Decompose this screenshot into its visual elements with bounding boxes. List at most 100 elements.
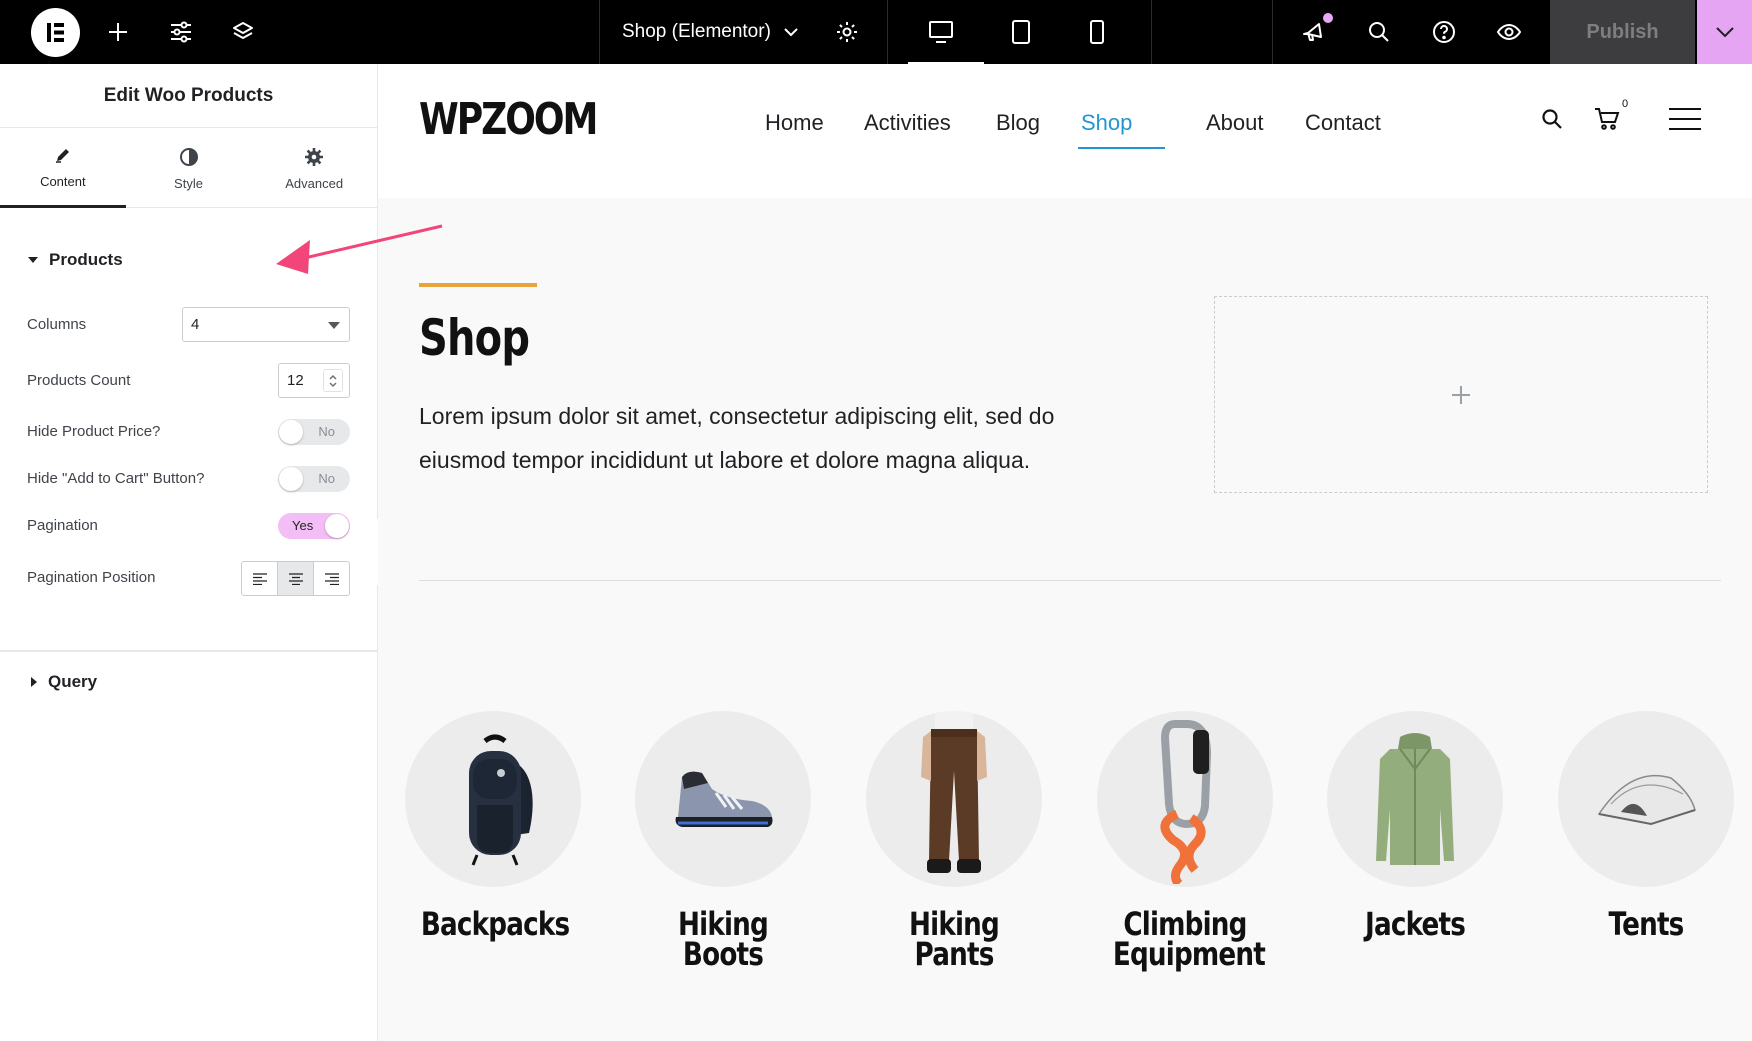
section-divider — [419, 580, 1721, 581]
search-button[interactable] — [1355, 8, 1403, 56]
plus-icon — [1452, 385, 1470, 404]
toggle-knob — [325, 514, 349, 538]
category-item[interactable]: Hiking Pants — [866, 711, 1042, 970]
nav-about[interactable]: About — [1206, 110, 1264, 136]
columns-label: Columns — [27, 316, 87, 333]
page-preview: WPZOOM Home Activities Blog Shop About C… — [378, 64, 1752, 1041]
toggle-knob — [279, 420, 303, 444]
align-right-button[interactable] — [314, 562, 349, 595]
panel-divider — [0, 650, 377, 652]
toggle-state: No — [318, 424, 335, 439]
columns-select[interactable]: 4 — [182, 307, 350, 342]
query-section-toggle[interactable]: Query — [30, 672, 97, 692]
products-count-input[interactable]: 12 — [278, 363, 350, 398]
help-icon — [1433, 21, 1455, 43]
category-name: Jackets — [1365, 905, 1466, 943]
active-nav-underline — [1078, 147, 1165, 149]
panel-title: Edit Woo Products — [0, 64, 377, 128]
tab-style[interactable]: Style — [126, 128, 252, 208]
tab-label: Advanced — [285, 175, 344, 191]
tab-label: Content — [40, 174, 86, 189]
category-name: Backpacks — [420, 905, 570, 943]
caret-down-icon — [328, 322, 340, 329]
category-item[interactable]: Hiking Boots — [635, 711, 811, 973]
tab-advanced[interactable]: Advanced — [251, 128, 377, 208]
site-settings-button[interactable] — [157, 8, 205, 56]
annotation-arrow-icon — [276, 224, 443, 274]
cart-button[interactable] — [1592, 106, 1622, 132]
nav-shop[interactable]: Shop — [1081, 110, 1132, 136]
section-title-products: Products — [49, 250, 123, 269]
hamburger-icon — [1669, 108, 1701, 130]
carabiner-image — [1097, 711, 1273, 887]
shop-description: Lorem ipsum dolor sit amet, consectetur … — [419, 403, 1055, 473]
nav-activities[interactable]: Activities — [864, 110, 951, 136]
desktop-view-button[interactable] — [917, 8, 965, 56]
site-logo[interactable]: WPZOOM — [419, 94, 598, 145]
help-button[interactable] — [1420, 8, 1468, 56]
products-count-value: 12 — [287, 372, 304, 389]
pencil-icon — [54, 144, 72, 166]
toggle-state: No — [318, 471, 335, 486]
nav-blog[interactable]: Blog — [996, 110, 1040, 136]
mobile-view-button[interactable] — [1073, 8, 1121, 56]
publish-options-button[interactable] — [1697, 0, 1752, 64]
tablet-view-button[interactable] — [997, 8, 1045, 56]
pagination-toggle[interactable]: Yes — [278, 513, 350, 539]
number-stepper[interactable] — [323, 369, 343, 392]
add-element-button[interactable] — [94, 8, 142, 56]
nav-contact[interactable]: Contact — [1305, 110, 1381, 136]
category-name: Tents — [1608, 905, 1685, 943]
megaphone-icon — [1303, 23, 1322, 41]
title-accent-line — [419, 283, 537, 287]
preview-button[interactable] — [1485, 8, 1533, 56]
category-item[interactable]: Backpacks — [405, 711, 581, 943]
category-item[interactable]: Jackets — [1327, 711, 1503, 943]
chevron-down-icon — [1715, 27, 1734, 38]
layers-icon — [233, 22, 253, 39]
jacket-image — [1327, 711, 1503, 887]
tab-content[interactable]: Content — [0, 128, 126, 208]
hide-cart-toggle[interactable]: No — [278, 466, 350, 492]
align-center-button[interactable] — [278, 562, 314, 595]
half-circle-icon — [179, 146, 199, 168]
products-section-toggle[interactable]: Products — [27, 250, 123, 270]
toggle-state: Yes — [292, 518, 314, 533]
search-icon — [1369, 22, 1389, 42]
page-settings-button[interactable] — [823, 8, 871, 56]
category-name: Hiking Boots — [678, 905, 769, 973]
elementor-logo-button[interactable] — [31, 8, 80, 57]
structure-button[interactable] — [219, 8, 267, 56]
editor-panel: Edit Woo Products Content Style Advanced… — [0, 64, 378, 1041]
search-icon — [1542, 109, 1562, 129]
products-count-label: Products Count — [27, 372, 131, 389]
editor-topbar: Shop (Elementor) Publish — [0, 0, 1752, 64]
hide-cart-label: Hide "Add to Cart" Button? — [27, 470, 205, 487]
site-search-button[interactable] — [1539, 106, 1565, 132]
toggle-knob — [279, 467, 303, 491]
tablet-icon — [1012, 20, 1030, 44]
align-left-button[interactable] — [242, 562, 278, 595]
menu-button[interactable] — [1668, 106, 1702, 132]
category-item[interactable]: Tents — [1558, 711, 1734, 943]
hide-price-toggle[interactable]: No — [278, 419, 350, 445]
align-right-icon — [324, 572, 339, 585]
document-title-dropdown[interactable]: Shop (Elementor) — [600, 0, 799, 64]
panel-tabs: Content Style Advanced — [0, 128, 377, 208]
hide-price-label: Hide Product Price? — [27, 423, 161, 440]
align-left-icon — [252, 572, 267, 585]
caret-right-icon — [31, 677, 37, 687]
site-header: WPZOOM Home Activities Blog Shop About C… — [378, 64, 1752, 198]
publish-button[interactable]: Publish — [1550, 0, 1695, 64]
gear-icon — [304, 146, 324, 168]
stepper-arrows-icon — [329, 374, 337, 387]
add-widget-dropzone[interactable] — [1214, 296, 1708, 493]
category-name: Climbing Equipment — [1112, 905, 1266, 973]
nav-home[interactable]: Home — [765, 110, 824, 136]
boot-image — [635, 711, 811, 887]
category-item[interactable]: Climbing Equipment — [1097, 711, 1273, 973]
plus-icon — [109, 23, 127, 41]
tent-image — [1558, 711, 1734, 887]
elementor-logo-icon — [47, 23, 64, 42]
pagination-label: Pagination — [27, 517, 98, 534]
